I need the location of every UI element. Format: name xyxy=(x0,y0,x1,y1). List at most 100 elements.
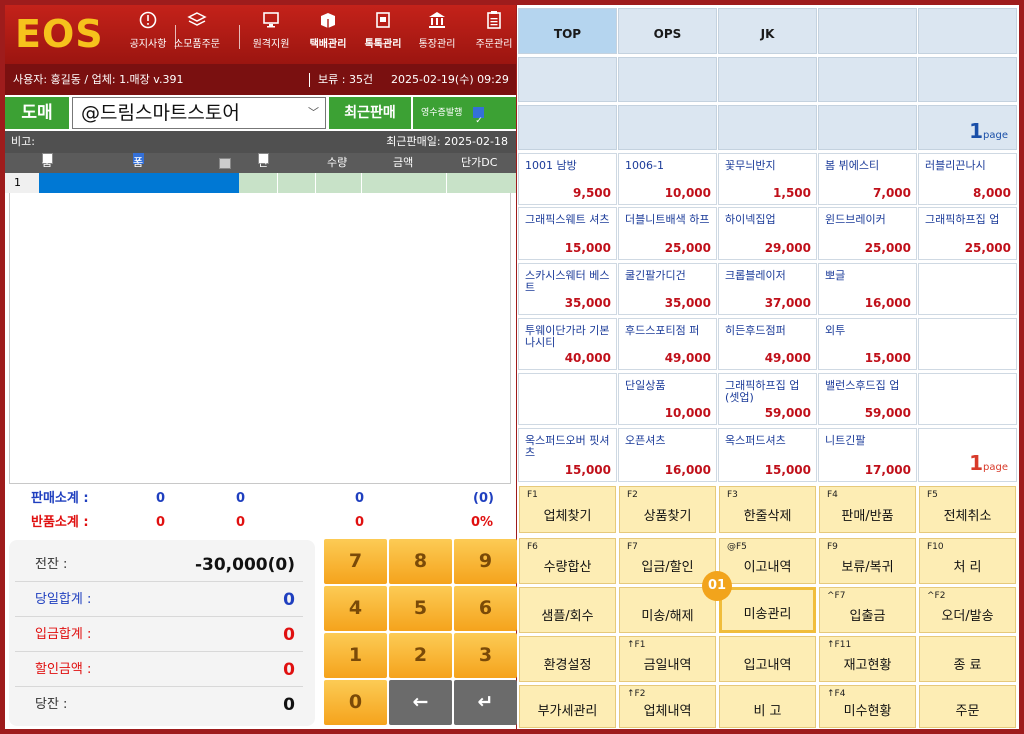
fkey-button[interactable]: @F5 이고내역 xyxy=(719,538,816,584)
product-button[interactable]: 크롭블레이저 37,000 xyxy=(718,263,817,315)
store-select[interactable]: @드림스마트스토어 ﹀ xyxy=(72,97,326,129)
fkey-button[interactable]: 미송관리 xyxy=(719,587,816,633)
fkey-button[interactable]: F10 처 리 xyxy=(919,538,1016,584)
product-button[interactable]: 뽀글 16,000 xyxy=(818,263,917,315)
keypad-key[interactable]: 6 xyxy=(454,586,517,631)
pending-count[interactable]: 보류 : 35건 xyxy=(318,64,373,95)
fkey-button[interactable]: F9 보류/복귀 xyxy=(819,538,916,584)
fkey-button[interactable]: ↑F11 재고현황 xyxy=(819,636,916,682)
fkey-button[interactable]: F5 전체취소 xyxy=(919,486,1016,533)
tab-ops[interactable]: OPS xyxy=(618,8,717,54)
col-amount[interactable]: 금액 xyxy=(393,153,413,173)
keypad-key[interactable]: 7 xyxy=(324,539,387,584)
fkey-button[interactable]: 입고내역 xyxy=(719,636,816,682)
category-cell[interactable] xyxy=(618,57,717,102)
category-cell[interactable] xyxy=(718,57,817,102)
product-button[interactable] xyxy=(918,373,1017,425)
product-button[interactable] xyxy=(518,373,617,425)
product-button[interactable]: 더블니트배색 하프 25,000 xyxy=(618,207,717,260)
row-selected-cell[interactable] xyxy=(39,173,239,193)
tab-empty[interactable] xyxy=(918,8,1017,54)
product-button[interactable]: 그래픽스웨트 셔츠 15,000 xyxy=(518,207,617,260)
product-button[interactable]: 1006-1 10,000 xyxy=(618,153,717,205)
category-cell[interactable] xyxy=(518,105,617,150)
product-button[interactable] xyxy=(918,263,1017,315)
keypad-key[interactable]: 0 xyxy=(324,680,387,725)
menu-message[interactable]: 톡톡관리 xyxy=(353,10,413,60)
product-button[interactable]: 스카시스웨터 베스트 35,000 xyxy=(518,263,617,315)
product-button[interactable]: 외투 15,000 xyxy=(818,318,917,370)
product-button[interactable]: 니트긴팔 17,000 xyxy=(818,428,917,482)
fkey-button[interactable]: 종 료 xyxy=(919,636,1016,682)
product-button[interactable]: 그래픽하프집 업(셋업) 59,000 xyxy=(718,373,817,425)
memo-label[interactable]: 비고: xyxy=(11,131,35,153)
product-button[interactable]: 투웨이단가라 기본나시티 40,000 xyxy=(518,318,617,370)
product-button[interactable]: 히든후드점퍼 49,000 xyxy=(718,318,817,370)
col-qty[interactable]: 수량 xyxy=(327,153,347,173)
category-cell[interactable] xyxy=(818,105,917,150)
col-dc[interactable]: 단가DC xyxy=(461,153,497,173)
fkey-button[interactable]: F6 수량합산 xyxy=(519,538,616,584)
menu-monitor[interactable]: 원격지원 xyxy=(241,10,301,60)
category-cell[interactable] xyxy=(618,105,717,150)
wholesale-button[interactable]: 도매 xyxy=(5,97,69,129)
fkey-button[interactable]: 샘플/회수 xyxy=(519,587,616,633)
fkey-button[interactable]: ↑F2 업체내역 xyxy=(619,685,716,728)
product-button[interactable]: 쿨긴팔가디건 35,000 xyxy=(618,263,717,315)
product-page-indicator[interactable]: 1page xyxy=(918,428,1017,482)
fkey-button[interactable]: ^F2 오더/발송 xyxy=(919,587,1016,633)
keypad-key[interactable]: 2 xyxy=(389,633,452,678)
fkey-button[interactable]: ↑F4 미수현황 xyxy=(819,685,916,728)
keypad-key[interactable]: 5 xyxy=(389,586,452,631)
fkey-button[interactable]: F7 입금/할인 xyxy=(619,538,716,584)
collapse-icon[interactable] xyxy=(219,158,231,169)
menu-box[interactable]: 택배관리 xyxy=(298,10,358,60)
receipt-toggle[interactable]: 영수증발행 xyxy=(413,97,516,137)
product-button[interactable]: 1001 남방 9,500 xyxy=(518,153,617,205)
product-button[interactable]: 옥스퍼드오버 핏셔츠 15,000 xyxy=(518,428,617,482)
tab-top[interactable]: TOP xyxy=(518,8,617,54)
keypad-key[interactable]: 1 xyxy=(324,633,387,678)
keypad-key[interactable]: 4 xyxy=(324,586,387,631)
keypad-key[interactable]: 8 xyxy=(389,539,452,584)
fkey-button[interactable]: F3 한줄삭제 xyxy=(719,486,816,533)
product-button[interactable]: 옥스퍼드셔츠 15,000 xyxy=(718,428,817,482)
product-button[interactable]: 단일상품 10,000 xyxy=(618,373,717,425)
product-button[interactable]: 오픈셔츠 16,000 xyxy=(618,428,717,482)
fkey-button[interactable]: F2 상품찾기 xyxy=(619,486,716,533)
table-row[interactable]: 1 xyxy=(5,173,516,193)
category-page-indicator[interactable]: 1page xyxy=(918,105,1017,150)
keypad-key[interactable]: ← xyxy=(389,680,452,725)
category-cell[interactable] xyxy=(818,57,917,102)
fkey-button[interactable]: 주문 xyxy=(919,685,1016,728)
fkey-button[interactable]: 환경설정 xyxy=(519,636,616,682)
category-cell[interactable] xyxy=(518,57,617,102)
product-button[interactable] xyxy=(918,318,1017,370)
product-button[interactable]: 후드스포티점 퍼 49,000 xyxy=(618,318,717,370)
fkey-button[interactable]: 비 고 xyxy=(719,685,816,728)
menu-bank[interactable]: 통장관리 xyxy=(407,10,467,60)
fkey-button[interactable]: ^F7 입출금 xyxy=(819,587,916,633)
product-button[interactable]: 하이넥집업 29,000 xyxy=(718,207,817,260)
product-button[interactable]: 꽃무늬반지 1,500 xyxy=(718,153,817,205)
menu-clipboard[interactable]: 주문관리 xyxy=(464,10,524,60)
keypad-key[interactable]: 3 xyxy=(454,633,517,678)
receipt-checkbox[interactable] xyxy=(473,105,485,137)
keypad-key[interactable]: 9 xyxy=(454,539,517,584)
fkey-button[interactable]: 부가세관리 xyxy=(519,685,616,728)
product-button[interactable]: 러블리끈나시 8,000 xyxy=(918,153,1017,205)
tab-jk[interactable]: JK xyxy=(718,8,817,54)
fkey-button[interactable]: F4 판매/반품 xyxy=(819,486,916,533)
keypad-key[interactable]: ↵ xyxy=(454,680,517,725)
fkey-button[interactable]: F1 업체찾기 xyxy=(519,486,616,533)
menu-layers[interactable]: 소모품주문 xyxy=(167,10,227,60)
product-button[interactable]: 봄 뷔에스티 7,000 xyxy=(818,153,917,205)
product-button[interactable]: 밸런스후드집 업 59,000 xyxy=(818,373,917,425)
item-grid[interactable] xyxy=(9,193,511,484)
category-cell[interactable] xyxy=(718,105,817,150)
recent-sale-button[interactable]: 최근판매 xyxy=(329,97,411,129)
tab-empty[interactable] xyxy=(818,8,917,54)
product-button[interactable]: 윈드브레이커 25,000 xyxy=(818,207,917,260)
fkey-button[interactable]: 미송/해제 xyxy=(619,587,716,633)
fkey-button[interactable]: ↑F1 금일내역 xyxy=(619,636,716,682)
